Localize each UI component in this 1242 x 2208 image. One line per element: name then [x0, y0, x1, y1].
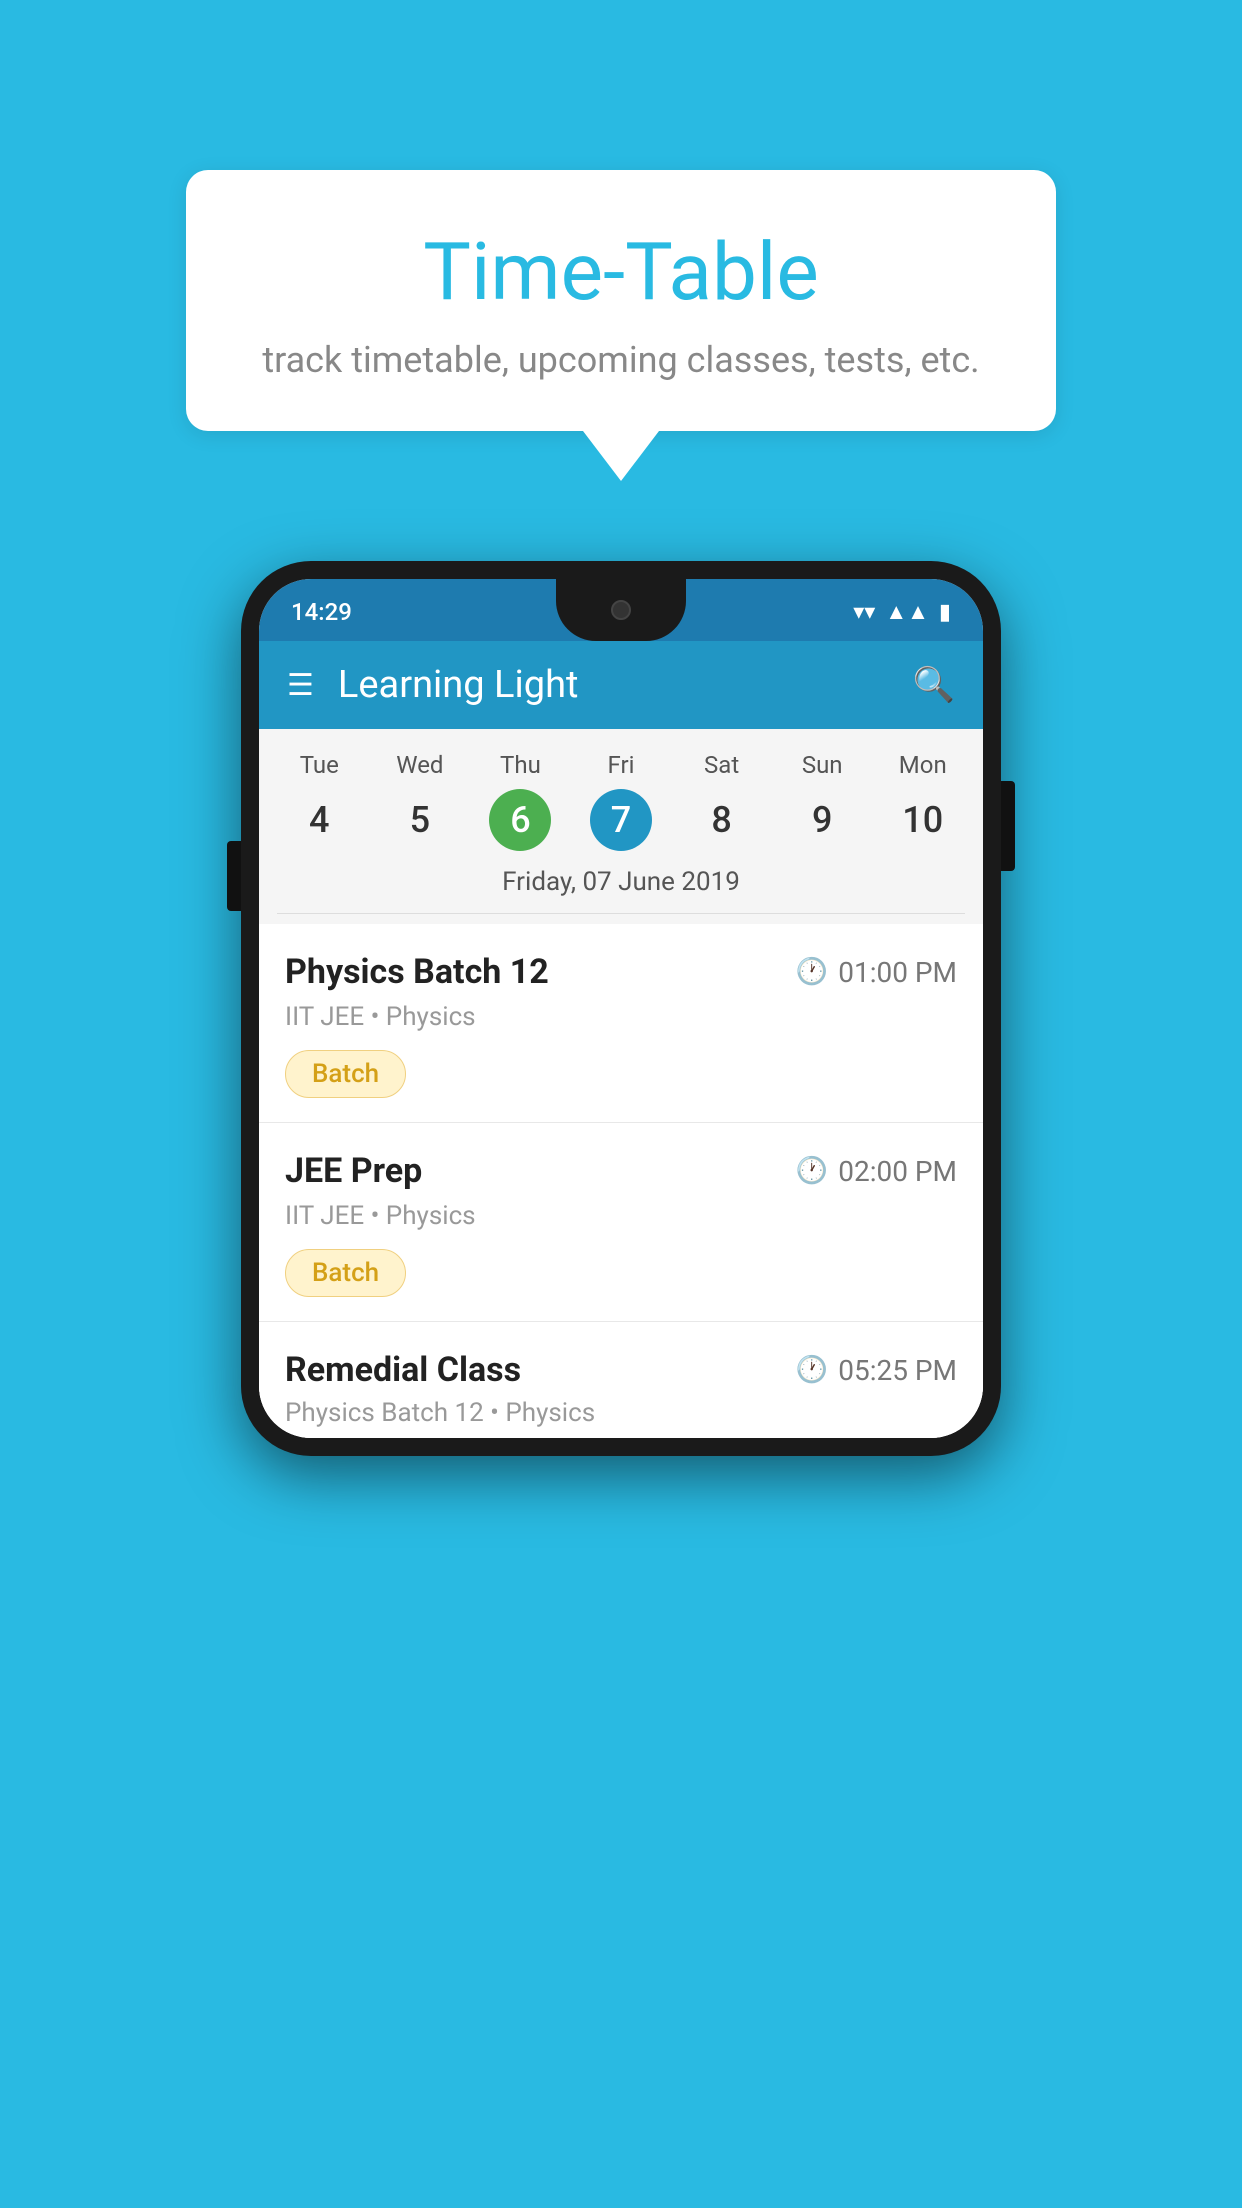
class-name-2: Remedial Class [285, 1350, 521, 1390]
class-item-top-0: Physics Batch 12 🕐 01:00 PM [285, 952, 957, 992]
phone-wrapper: 14:29 ▾▾ ▲▲ ▮ ☰ Learning Light 🔍 Tue [241, 561, 1001, 1456]
class-item-2[interactable]: Remedial Class 🕐 05:25 PM Physics Batch … [259, 1322, 983, 1438]
class-item-top-1: JEE Prep 🕐 02:00 PM [285, 1151, 957, 1191]
day-col-6[interactable]: Mon 10 [872, 751, 973, 851]
day-name-0: Tue [300, 751, 339, 779]
class-time-1: 🕐 02:00 PM [796, 1155, 957, 1188]
speech-bubble: Time-Table track timetable, upcoming cla… [186, 170, 1056, 431]
day-name-1: Wed [396, 751, 443, 779]
calendar-divider [277, 913, 965, 914]
day-name-6: Mon [899, 751, 947, 779]
clock-icon-2: 🕐 [796, 1355, 828, 1385]
class-name-0: Physics Batch 12 [285, 952, 549, 992]
day-col-0[interactable]: Tue 4 [269, 751, 370, 851]
status-bar: 14:29 ▾▾ ▲▲ ▮ [259, 579, 983, 641]
day-number-0[interactable]: 4 [288, 789, 350, 851]
class-meta-partial-2: Physics Batch 12 • Physics [285, 1398, 957, 1428]
class-item-1[interactable]: JEE Prep 🕐 02:00 PM IIT JEE • Physics Ba… [259, 1123, 983, 1322]
class-meta-1: IIT JEE • Physics [285, 1201, 957, 1231]
day-name-4: Sat [704, 751, 739, 779]
class-time-0: 🕐 01:00 PM [796, 956, 957, 989]
menu-icon[interactable]: ☰ [287, 668, 314, 703]
class-time-2: 🕐 05:25 PM [796, 1354, 957, 1387]
bubble-subtitle: track timetable, upcoming classes, tests… [246, 339, 996, 381]
calendar-days-header: Tue 4 Wed 5 Thu 6 Fri 7 [259, 729, 983, 859]
app-title: Learning Light [338, 663, 913, 707]
status-icons: ▾▾ ▲▲ ▮ [853, 599, 951, 625]
class-item-0[interactable]: Physics Batch 12 🕐 01:00 PM IIT JEE • Ph… [259, 924, 983, 1123]
camera-notch [611, 600, 631, 620]
speech-bubble-wrapper: Time-Table track timetable, upcoming cla… [186, 170, 1056, 481]
day-number-1[interactable]: 5 [389, 789, 451, 851]
battery-icon: ▮ [939, 600, 951, 625]
phone-outer: 14:29 ▾▾ ▲▲ ▮ ☰ Learning Light 🔍 Tue [241, 561, 1001, 1456]
class-time-label-0: 01:00 PM [838, 956, 957, 989]
day-col-3[interactable]: Fri 7 [571, 751, 672, 851]
batch-tag-0: Batch [285, 1050, 406, 1098]
day-number-5[interactable]: 9 [791, 789, 853, 851]
day-name-2: Thu [500, 751, 541, 779]
class-list: Physics Batch 12 🕐 01:00 PM IIT JEE • Ph… [259, 924, 983, 1438]
day-col-1[interactable]: Wed 5 [370, 751, 471, 851]
class-time-label-2: 05:25 PM [838, 1354, 957, 1387]
phone-screen: 14:29 ▾▾ ▲▲ ▮ ☰ Learning Light 🔍 Tue [259, 579, 983, 1438]
status-time: 14:29 [291, 598, 352, 626]
day-number-2[interactable]: 6 [489, 789, 551, 851]
day-name-3: Fri [608, 751, 635, 779]
class-name-1: JEE Prep [285, 1151, 422, 1191]
day-number-4[interactable]: 8 [691, 789, 753, 851]
class-meta-0: IIT JEE • Physics [285, 1002, 957, 1032]
class-time-label-1: 02:00 PM [838, 1155, 957, 1188]
selected-date-label: Friday, 07 June 2019 [259, 859, 983, 913]
day-number-3[interactable]: 7 [590, 789, 652, 851]
day-name-5: Sun [802, 751, 843, 779]
day-col-4[interactable]: Sat 8 [671, 751, 772, 851]
day-col-2[interactable]: Thu 6 [470, 751, 571, 851]
app-bar: ☰ Learning Light 🔍 [259, 641, 983, 729]
day-number-6[interactable]: 10 [892, 789, 954, 851]
calendar-section: Tue 4 Wed 5 Thu 6 Fri 7 [259, 729, 983, 924]
signal-icon: ▲▲ [885, 599, 929, 625]
class-item-top-2: Remedial Class 🕐 05:25 PM [285, 1350, 957, 1390]
search-icon[interactable]: 🔍 [913, 665, 955, 705]
clock-icon-0: 🕐 [796, 957, 828, 987]
bubble-title: Time-Table [246, 225, 996, 319]
batch-tag-1: Batch [285, 1249, 406, 1297]
clock-icon-1: 🕐 [796, 1156, 828, 1186]
day-col-5[interactable]: Sun 9 [772, 751, 873, 851]
notch [556, 579, 686, 641]
speech-bubble-arrow [583, 431, 659, 481]
wifi-icon: ▾▾ [853, 600, 875, 625]
